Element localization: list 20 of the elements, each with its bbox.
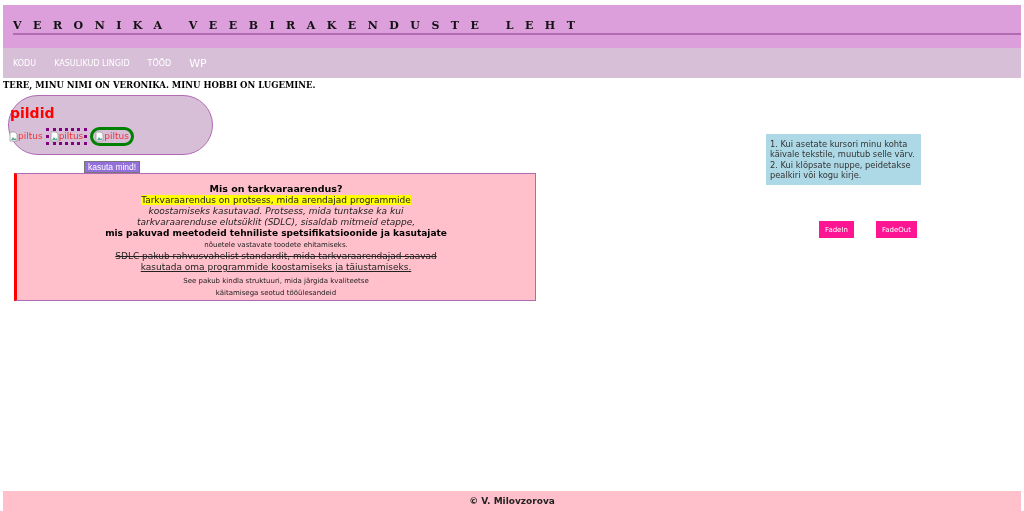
article-text: tarkvaraarenduse elutsüklit (SDLC), sisaldab mitmeid etappe, bbox=[136, 217, 416, 227]
broken-image: piltus bbox=[45, 128, 88, 145]
greeting-text: TERE, MINU NIMI ON VERONIKA. MINU HOBBI ON LUGEMINE. bbox=[3, 80, 317, 90]
article-text: koostamiseks kasutavad. Protsess, mida tuntakse ka kui bbox=[148, 206, 404, 216]
use-button[interactable]: kasuta mind! bbox=[84, 161, 141, 173]
nav-link[interactable]: TÖÖD bbox=[147, 58, 172, 68]
nav-link[interactable]: KODU bbox=[13, 58, 37, 68]
article-text: kasutada oma programmide koostamiseks ja täiustamiseks. bbox=[140, 262, 412, 272]
info-box: 1. Kui asetate kursori minu kohta käivale tekstile, muutub selle värv. 2. Kui klõpsate nuppe, peidetakse pealkiri või kogu kirje. bbox=[766, 134, 921, 186]
broken-image: piltus bbox=[9, 131, 43, 142]
article-text: mis pakuvad meetodeid tehniliste spetsifikatsioonide ja kasutajate bbox=[105, 228, 447, 238]
site-title: VERONIKA VEEBIRAKENDUSTE LEHT bbox=[13, 18, 1021, 35]
broken-image: piltus bbox=[90, 127, 134, 146]
article-text: SDLC pakub rahvusvahelist standardit, mida tarkvaraarendajad saavad bbox=[115, 251, 437, 261]
article-text: Tarkvaraarendus on protsess, mida arendajad programmide bbox=[141, 195, 411, 205]
nav-link[interactable]: KASULIKUD LINGID bbox=[54, 58, 130, 68]
copyright-text: © V. Milovzorova bbox=[469, 496, 555, 506]
nav-link[interactable]: WP bbox=[189, 56, 207, 70]
gallery-title: pildid bbox=[10, 105, 56, 121]
article-text: Mis on tarkvaraarendus? bbox=[209, 183, 343, 194]
